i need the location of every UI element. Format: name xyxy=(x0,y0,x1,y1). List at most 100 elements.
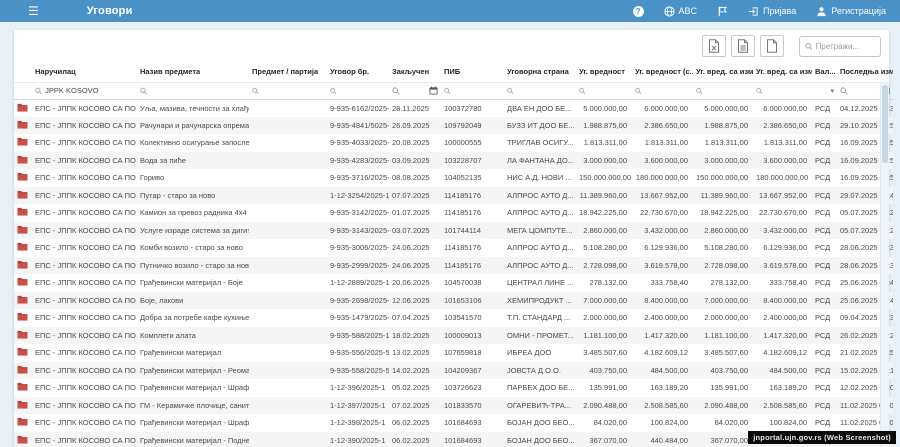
column-header-vred-izm-2[interactable]: Уг. вред. са изм... xyxy=(753,62,812,82)
cell-ugovor-br: 9-935-4033/2025-1 xyxy=(327,134,389,152)
column-header-vrednost-s[interactable]: Уг. вредност (с... xyxy=(632,62,693,82)
cell-vrednost-s: 1.417.320,00 xyxy=(632,327,693,345)
table-row[interactable]: ЕПС - ЈППК КОСОВО СА ПО ОБИЛ... Комплети… xyxy=(14,327,893,345)
filter-narucilac-input[interactable] xyxy=(45,86,134,95)
filter-ugovor-br-input[interactable] xyxy=(340,86,386,95)
table-row[interactable]: ЕПС - ЈППК КОСОВО СА ПО ОБИЛ... Камион з… xyxy=(14,204,893,222)
table-row[interactable]: ЕПС - ЈППК КОСОВО СА ПО ОБИЛ... Грађевин… xyxy=(14,344,893,362)
cell-valuta: РСД xyxy=(812,397,837,415)
column-header-pib[interactable]: ПИБ xyxy=(441,62,504,82)
filter-naziv-input[interactable] xyxy=(150,86,246,95)
column-header-naziv[interactable]: Назив предмета xyxy=(137,62,249,82)
column-header-poslednja-izmena[interactable]: Последња изме... xyxy=(837,62,893,82)
login-button[interactable]: Пријава xyxy=(748,6,796,17)
register-button[interactable]: Регистрација xyxy=(816,6,886,17)
table-row[interactable]: ЕПС - ЈППК КОСОВО СА ПО ОБИЛ... Боје, ла… xyxy=(14,292,893,310)
cell-zakljucen: 07.02.2025 xyxy=(389,397,441,415)
folder-icon xyxy=(17,330,28,339)
table-row[interactable]: ЕПС - ЈППК КОСОВО СА ПО ОБИЛ... Путар - … xyxy=(14,187,893,205)
filter-vred-izm-2-input[interactable] xyxy=(766,86,809,95)
cell-vrednost: 278.132,00 xyxy=(576,274,632,292)
cell-predmet xyxy=(249,134,327,152)
vertical-scrollbar[interactable] xyxy=(880,83,889,447)
cell-vred-izm-2: 6.129.936,00 xyxy=(753,239,812,257)
column-header-ugovor-br[interactable]: Уговор бр. xyxy=(327,62,389,82)
valuta-dropdown[interactable]: ▾ xyxy=(830,87,834,95)
cell-ugovor-br: 1-12-398/2025-1 xyxy=(327,414,389,432)
column-header-narucilac[interactable]: Наручилац xyxy=(32,62,137,82)
table-row[interactable]: ЕПС - ЈППК КОСОВО СА ПО ОБИЛ... Колектив… xyxy=(14,134,893,152)
language-button[interactable]: ABC xyxy=(664,6,698,17)
help-button[interactable]: ? xyxy=(633,6,644,17)
table-row[interactable]: ЕПС - ЈППК КОСОВО СА ПО ОБИЛ... Вода за … xyxy=(14,152,893,170)
export-csv-button[interactable] xyxy=(731,35,755,57)
table-row[interactable]: ЕПС - ЈППК КОСОВО СА ПО ОБИЛ... Грађевин… xyxy=(14,274,893,292)
column-header-predmet[interactable]: Предмет / партија xyxy=(249,62,327,82)
topbar-actions: ? ABC Пријава Регистрација xyxy=(633,6,886,17)
cell-pib: 100372780 xyxy=(441,99,504,117)
cell-ugovorna-strana: АЛПРОС АУТО Д... xyxy=(504,239,576,257)
global-search-input[interactable] xyxy=(816,42,875,51)
table-row[interactable]: ЕПС - ЈППК КОСОВО СА ПО ОБИЛ... Грађевин… xyxy=(14,414,893,432)
column-header-zakljucen[interactable]: Закључен xyxy=(389,62,441,82)
flag-button[interactable] xyxy=(717,6,728,17)
cell-pib: 101653106 xyxy=(441,292,504,310)
calendar-icon[interactable] xyxy=(429,86,438,95)
column-header-ugovorna-strana[interactable]: Уговорна страна xyxy=(504,62,576,82)
table-row[interactable]: ЕПС - ЈППК КОСОВО СА ПО ОБИЛ... Добра за… xyxy=(14,309,893,327)
table-row[interactable]: ЕПС - ЈППК КОСОВО СА ПО ОБИЛ... Путничко… xyxy=(14,257,893,275)
filter-ugovorna-strana-input[interactable] xyxy=(517,86,573,95)
cell-valuta: РСД xyxy=(812,204,837,222)
cell-vred-izm-1: 2.728.098,00 xyxy=(693,257,753,275)
help-icon: ? xyxy=(633,6,644,17)
column-header-valuta[interactable]: Вал... xyxy=(812,62,837,82)
cell-predmet xyxy=(249,99,327,117)
column-header-vrednost[interactable]: Уг. вредност xyxy=(576,62,632,82)
cell-vrednost-s: 2.400.000,00 xyxy=(632,309,693,327)
scrollbar-thumb[interactable] xyxy=(882,85,888,163)
cell-pib: 107659818 xyxy=(441,344,504,362)
folder-icon xyxy=(17,347,28,356)
table-row[interactable]: ЕПС - ЈППК КОСОВО СА ПО ОБИЛ... Уља, маз… xyxy=(14,99,893,117)
export-doc-button[interactable] xyxy=(760,35,784,57)
filter-vred-izm-1-input[interactable] xyxy=(706,86,750,95)
hamburger-menu-icon[interactable]: ☰ xyxy=(28,5,39,17)
table-row[interactable]: ЕПС - ЈППК КОСОВО СА ПО ОБИЛ... ГМ - Кер… xyxy=(14,397,893,415)
cell-predmet xyxy=(249,239,327,257)
search-icon xyxy=(507,87,514,95)
table-row[interactable]: ЕПС - ЈППК КОСОВО СА ПО ОБИЛ... Грађевин… xyxy=(14,379,893,397)
folder-icon xyxy=(17,225,28,234)
cell-ugovor-br: 9-935-3142/2025-1 xyxy=(327,204,389,222)
cell-valuta: РСД xyxy=(812,134,837,152)
table-row[interactable]: ЕПС - ЈППК КОСОВО СА ПО ОБИЛ... Гориво 9… xyxy=(14,169,893,187)
cell-ugovor-br: 9-935-3006/2025-1 xyxy=(327,239,389,257)
cell-naziv: ГМ - Керамичке плочице, санита... xyxy=(137,397,249,415)
table-row[interactable]: ЕПС - ЈППК КОСОВО СА ПО ОБИЛ... Услуге и… xyxy=(14,222,893,240)
cell-ugovor-br: 1-12-3254/2025-1 xyxy=(327,187,389,205)
cell-naziv: Вода за пиће xyxy=(137,152,249,170)
cell-predmet xyxy=(249,327,327,345)
filter-predmet-input[interactable] xyxy=(262,86,324,95)
filter-vrednost-s-input[interactable] xyxy=(645,86,690,95)
page-title: Уговори xyxy=(87,5,133,17)
cell-ugovor-br: 9-935-3143/2025-1 xyxy=(327,222,389,240)
filter-vrednost-input[interactable] xyxy=(588,86,629,95)
cell-valuta: РСД xyxy=(812,187,837,205)
cell-naziv: Грађевински материјал xyxy=(137,344,249,362)
table-row[interactable]: ЕПС - ЈППК КОСОВО СА ПО ОБИЛ... Комби во… xyxy=(14,239,893,257)
cell-vred-izm-2: 3.600.000,00 xyxy=(753,152,812,170)
cell-vrednost-s: 4.182.609,12 xyxy=(632,344,693,362)
export-xlsx-button[interactable] xyxy=(702,35,726,57)
table-row[interactable]: ЕПС - ЈППК КОСОВО СА ПО ОБИЛ... Грађевин… xyxy=(14,362,893,380)
login-icon xyxy=(748,6,759,17)
cell-vrednost: 2.860.000,00 xyxy=(576,222,632,240)
folder-icon xyxy=(17,137,28,146)
filter-pib-input[interactable] xyxy=(454,86,501,95)
cell-narucilac: ЕПС - ЈППК КОСОВО СА ПО ОБИЛ... xyxy=(32,327,137,345)
table-row[interactable]: ЕПС - ЈППК КОСОВО СА ПО ОБИЛ... Рачунари… xyxy=(14,117,893,135)
column-header-vred-izm-1[interactable]: Уг. вред. са изм... xyxy=(693,62,753,82)
search-icon xyxy=(635,87,642,95)
cell-vred-izm-1: 403.750,00 xyxy=(693,362,753,380)
cell-narucilac: ЕПС - ЈППК КОСОВО СА ПО ОБИЛ... xyxy=(32,152,137,170)
cell-valuta: РСД xyxy=(812,257,837,275)
